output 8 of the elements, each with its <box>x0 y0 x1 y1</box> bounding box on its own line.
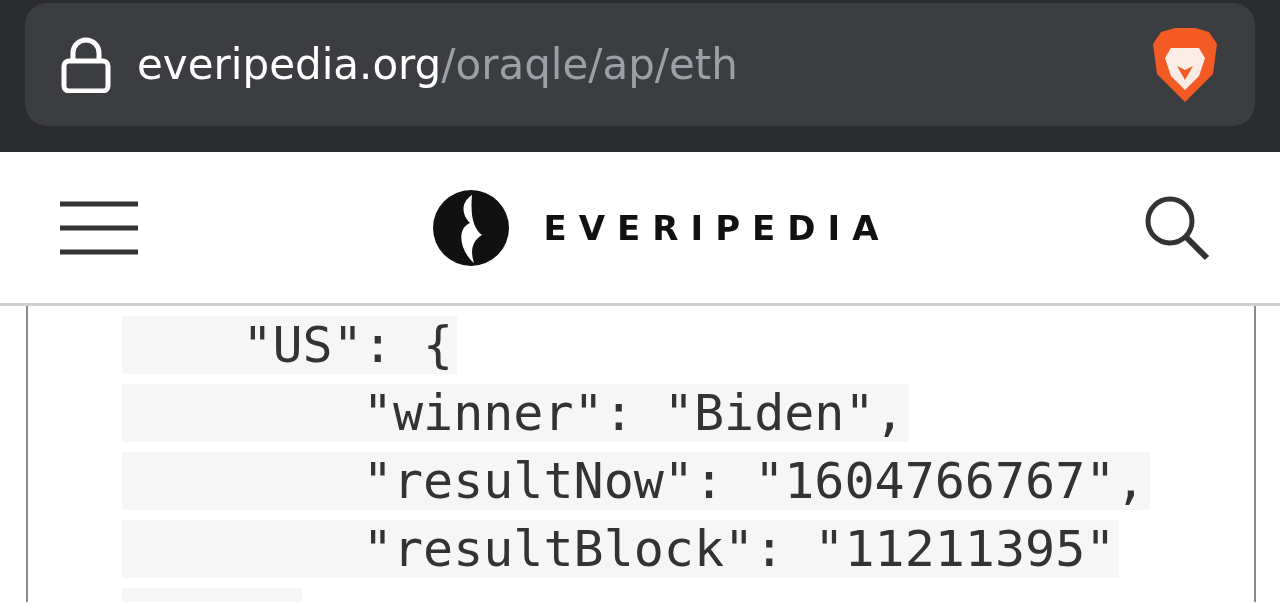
logo-text: EVERIPEDIA <box>543 207 891 248</box>
lion-shield-icon[interactable] <box>1151 25 1219 104</box>
lock-icon <box>61 36 111 93</box>
logo-icon <box>431 188 510 267</box>
url-text: everipedia.org/oraqle/ap/eth <box>137 40 739 89</box>
menu-icon[interactable] <box>60 199 138 256</box>
address-field[interactable]: everipedia.org/oraqle/ap/eth <box>25 3 1255 126</box>
search-icon[interactable] <box>1144 194 1210 261</box>
